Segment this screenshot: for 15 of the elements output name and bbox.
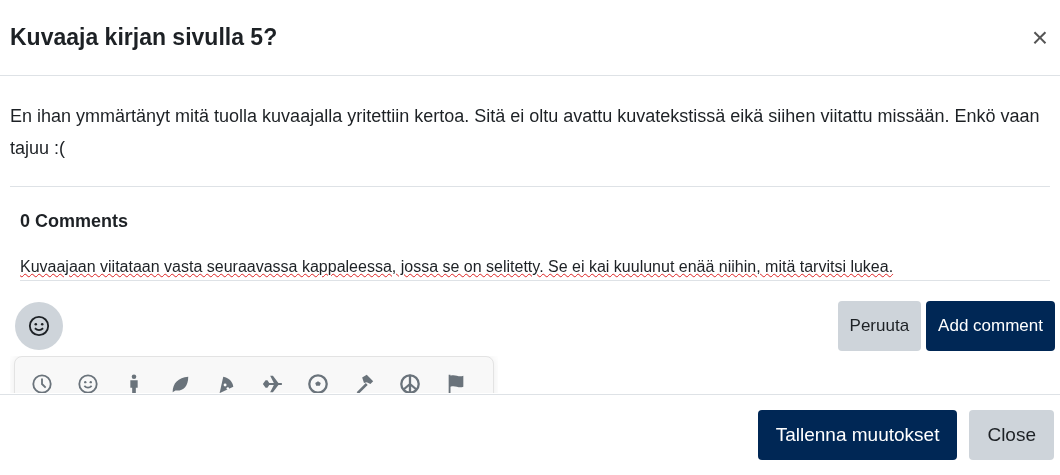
comment-input-field[interactable]: Kuvaajaan viitataan vasta seuraavassa kappaleessa, jossa se on selitetty. Se ei kai kuulunut enää niihin, mitä tarvitsi lukea.	[20, 258, 1050, 281]
save-button[interactable]: Tallenna muutokset	[757, 410, 958, 460]
clock-icon[interactable]	[31, 373, 53, 393]
emoji-button[interactable]	[15, 302, 63, 350]
post-body: En ihan ymmärtänyt mitä tuolla kuvaajalla yritettiin kertoa. Sitä ei oltu avattu kuvatekstissä eikä siihen viitattu missään. Enkö vaan tajuu :(	[10, 100, 1050, 187]
smiley-icon	[28, 315, 50, 337]
close-button[interactable]: Close	[969, 410, 1054, 460]
smiley-icon[interactable]	[77, 373, 99, 393]
cancel-button[interactable]: Peruuta	[837, 301, 922, 351]
add-comment-button[interactable]: Add comment	[926, 301, 1055, 351]
plane-icon[interactable]	[261, 373, 283, 393]
dialog-title: Kuvaaja kirjan sivulla 5?	[10, 24, 278, 51]
comments-heading: 0 Comments	[20, 211, 130, 232]
peace-icon[interactable]	[399, 373, 421, 393]
close-button[interactable]: ×	[1029, 23, 1050, 52]
